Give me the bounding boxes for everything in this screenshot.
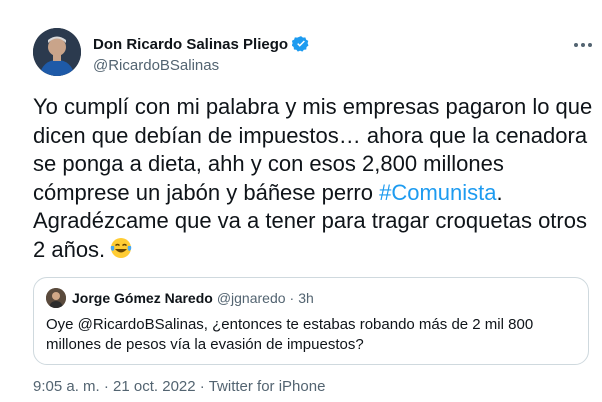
tweet-text: Yo cumplí con mi palabra y mis empresas …: [33, 93, 593, 264]
tweet-header: Don Ricardo Salinas Pliego @RicardoBSali…: [33, 28, 602, 80]
quoted-author-name: Jorge Gómez Naredo: [72, 290, 213, 306]
quoted-author-handle: @jgnaredo: [216, 290, 286, 306]
quoted-tweet[interactable]: Jorge Gómez Naredo @jgnaredo · 3h Oye @R…: [33, 277, 589, 365]
quoted-avatar: [46, 288, 66, 308]
tweet-time[interactable]: 9:05 a. m.: [33, 378, 100, 395]
author-name[interactable]: Don Ricardo Salinas Pliego: [93, 36, 288, 53]
footer-separator: ·: [103, 378, 109, 395]
tweet-date[interactable]: 21 oct. 2022: [113, 378, 196, 395]
verified-badge-icon: [291, 35, 310, 53]
tweet-text-part: Yo cumplí con mi palabra y mis empresas …: [33, 94, 593, 205]
footer-separator: ·: [199, 378, 205, 395]
author-block: Don Ricardo Salinas Pliego @RicardoBSali…: [93, 34, 310, 74]
hashtag-link[interactable]: #Comunista: [379, 180, 496, 205]
quoted-tweet-text: Oye @RicardoBSalinas, ¿entonces te estab…: [46, 316, 534, 353]
tears-of-joy-emoji-icon: [109, 236, 133, 260]
quoted-separator: ·: [289, 290, 295, 306]
author-handle[interactable]: @RicardoBSalinas: [93, 57, 310, 74]
tweet-source[interactable]: Twitter for iPhone: [209, 378, 326, 395]
quoted-time: 3h: [298, 290, 314, 306]
more-options-icon[interactable]: [572, 34, 594, 56]
avatar[interactable]: [33, 28, 81, 76]
tweet-card: Don Ricardo Salinas Pliego @RicardoBSali…: [0, 0, 602, 402]
tweet-footer: 9:05 a. m. · 21 oct. 2022 · Twitter for …: [33, 378, 325, 395]
quoted-tweet-header: Jorge Gómez Naredo @jgnaredo · 3h: [46, 288, 576, 308]
